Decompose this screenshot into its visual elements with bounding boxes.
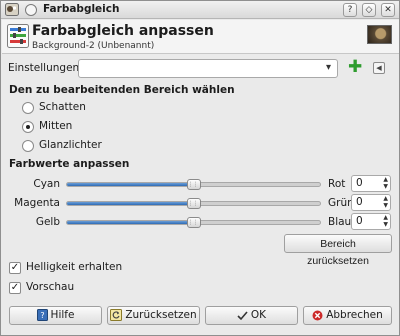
slider-handle[interactable]: ⋮⋮⋮ xyxy=(186,179,204,190)
reset-button[interactable]: Zurücksetzen xyxy=(107,306,200,325)
radio-shadows-label[interactable]: Schatten xyxy=(39,101,86,113)
spin-arrows-icon[interactable]: ▲ ▼ xyxy=(383,176,388,190)
layer-name: Background-2 (Unbenannt) xyxy=(32,41,155,51)
spin-value[interactable]: 0 xyxy=(356,215,363,227)
settings-combobox[interactable]: ▾ xyxy=(78,59,338,78)
title-bar[interactable]: Farbabgleich ? ◇ ✕ xyxy=(1,1,399,19)
slider-fill xyxy=(67,183,194,186)
slider-magenta-label: Magenta xyxy=(14,197,60,209)
spin-value[interactable]: 0 xyxy=(356,177,363,189)
maximize-icon[interactable]: ◇ xyxy=(362,3,376,17)
reset-button-label: Zurücksetzen xyxy=(125,309,197,321)
preview-checkbox[interactable]: ✓ xyxy=(9,282,21,294)
dialog-title: Farbabgleich anpassen xyxy=(32,23,214,39)
dialog-header: Farbabgleich anpassen Background-2 (Unbe… xyxy=(2,20,399,54)
cancel-button-label: Abbrechen xyxy=(326,309,383,321)
dialog-window: Farbabgleich ? ◇ ✕ Farbabgleich anpassen… xyxy=(0,0,400,336)
close-icon[interactable]: ✕ xyxy=(381,3,395,17)
color-section-title: Farbwerte anpassen xyxy=(9,158,130,170)
preserve-luminosity-label[interactable]: Helligkeit erhalten xyxy=(26,261,122,273)
radio-highlights-label[interactable]: Glanzlichter xyxy=(39,139,102,151)
color-balance-icon xyxy=(7,24,29,48)
ok-button-label: OK xyxy=(250,309,267,321)
slider-handle[interactable]: ⋮⋮⋮ xyxy=(186,217,204,228)
image-thumbnail xyxy=(367,25,392,44)
radio-shadows[interactable] xyxy=(22,102,34,114)
slider-handle[interactable]: ⋮⋮⋮ xyxy=(186,198,204,209)
help-book-icon: ? xyxy=(36,309,48,321)
ok-checkmark-icon xyxy=(237,310,248,320)
reset-range-button[interactable]: Bereich zurücksetzen xyxy=(284,234,392,267)
slider-cyan-label: Cyan xyxy=(33,178,60,190)
slider-green-label: Grün xyxy=(328,197,354,209)
preserve-luminosity-checkbox[interactable]: ✓ xyxy=(9,262,21,274)
radio-midtones[interactable] xyxy=(22,121,34,133)
window-title: Farbabgleich xyxy=(43,3,120,15)
cyan-red-spinbutton[interactable]: 0 ▲ ▼ xyxy=(351,175,391,192)
magenta-green-slider[interactable]: ⋮⋮⋮ xyxy=(66,198,321,209)
svg-text:?: ? xyxy=(40,311,44,320)
slider-blue-label: Blau xyxy=(328,216,352,228)
slider-fill xyxy=(67,202,194,205)
radio-highlights[interactable] xyxy=(22,140,34,152)
add-preset-icon[interactable]: ✚ xyxy=(348,57,362,77)
help-button-label: Hilfe xyxy=(50,309,75,321)
settings-label: Einstellungen: xyxy=(8,62,83,74)
chevron-down-icon[interactable]: ▾ xyxy=(326,62,331,73)
radio-midtones-label[interactable]: Mitten xyxy=(39,120,72,132)
slider-yellow-label: Gelb xyxy=(35,216,60,228)
cancel-icon xyxy=(312,310,323,320)
cancel-button[interactable]: Abbrechen xyxy=(303,306,392,325)
yellow-blue-slider[interactable]: ⋮⋮⋮ xyxy=(66,217,321,228)
cyan-red-slider[interactable]: ⋮⋮⋮ xyxy=(66,179,321,190)
ok-button[interactable]: OK xyxy=(205,306,298,325)
window-menu-icon[interactable] xyxy=(25,4,37,16)
spin-value[interactable]: 0 xyxy=(356,196,363,208)
spin-arrows-icon[interactable]: ▲ ▼ xyxy=(383,195,388,209)
yellow-blue-spinbutton[interactable]: 0 ▲ ▼ xyxy=(351,213,391,230)
range-section-title: Den zu bearbeitenden Bereich wählen xyxy=(9,84,235,96)
gimp-app-icon[interactable] xyxy=(5,3,19,16)
slider-fill xyxy=(67,221,194,224)
preset-menu-icon[interactable]: ◀ xyxy=(373,62,385,74)
spin-arrows-icon[interactable]: ▲ ▼ xyxy=(383,214,388,228)
help-button[interactable]: ? Hilfe xyxy=(9,306,102,325)
reset-icon xyxy=(110,309,123,321)
help-question-icon[interactable]: ? xyxy=(343,3,357,17)
preview-label[interactable]: Vorschau xyxy=(26,281,74,293)
magenta-green-spinbutton[interactable]: 0 ▲ ▼ xyxy=(351,194,391,211)
slider-red-label: Rot xyxy=(328,178,346,190)
